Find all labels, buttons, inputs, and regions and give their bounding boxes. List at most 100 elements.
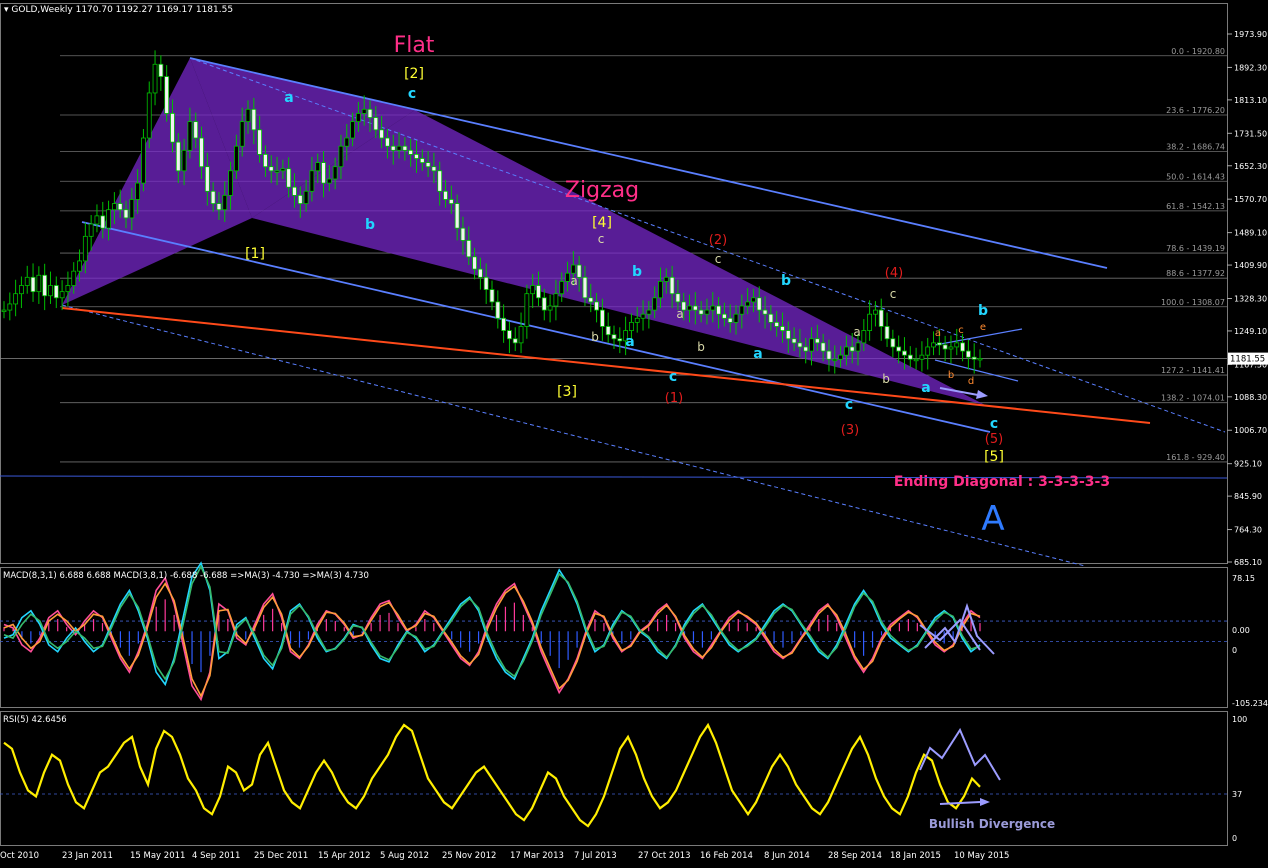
candle-body: [414, 154, 419, 159]
time-tick-label: 5 Aug 2012: [380, 851, 429, 861]
wave-A-label: A: [981, 499, 1004, 539]
candle-body: [141, 137, 146, 184]
candle-body: [472, 256, 477, 270]
candle-body: [396, 145, 402, 151]
candle-body: [158, 63, 164, 77]
candle-body: [135, 182, 141, 200]
candle-body: [565, 272, 570, 282]
candle-body: [466, 240, 472, 258]
candle-body: [582, 276, 588, 299]
candle-body: [65, 285, 71, 293]
price-tick-label: 1570.70: [1234, 195, 1267, 204]
time-tick-label: 25 Dec 2011: [254, 851, 308, 861]
candle-body: [971, 356, 977, 360]
wave-red-1-label: (1): [665, 391, 683, 406]
candle-body: [559, 281, 565, 295]
macd-tick-label: 0: [1232, 646, 1237, 655]
candle-body: [507, 330, 512, 340]
candle-body: [13, 293, 19, 305]
candle-body: [809, 338, 814, 352]
price-axis: 1973.90 1892.30 1813.10 1731.50 1652.30 1570.…: [1227, 30, 1268, 567]
candle-body: [855, 342, 861, 352]
macd-tick-label: 78.15: [1232, 574, 1255, 583]
fib-level-label: 127.2 - 1141.41: [1161, 366, 1225, 375]
price-tick-label: 1813.10: [1234, 96, 1267, 105]
candle-body: [385, 137, 390, 147]
time-tick-label: 7 Jul 2013: [574, 851, 617, 861]
candle-body: [152, 63, 158, 94]
candle-body: [698, 309, 704, 315]
candle-body: [524, 293, 530, 327]
wave-sub-label: b: [632, 264, 642, 280]
wave-sub-label: b: [978, 303, 988, 319]
wave-sub-label: b: [781, 273, 791, 289]
wave-minor-label: a: [570, 274, 577, 288]
wave-sub-label: a: [921, 380, 930, 396]
candle-body: [251, 108, 257, 131]
candle-body: [280, 168, 286, 172]
ending-diagonal-label: Ending Diagonal : 3-3-3-3-3: [894, 474, 1110, 490]
gold-weekly-chart[interactable]: 0.0 - 1920.80 23.6 - 1776.20 38.2 - 1686.7…: [0, 0, 1268, 864]
candle-body: [704, 309, 710, 315]
candle-body: [512, 338, 518, 344]
candle-body: [367, 108, 373, 118]
candle-body: [361, 108, 367, 114]
candle-body: [687, 305, 692, 311]
wave-minor-label: c: [715, 252, 722, 266]
candle-body: [257, 129, 263, 155]
wave-minor-label: a: [853, 325, 860, 339]
candle-body: [553, 293, 559, 307]
candle-body: [745, 301, 751, 307]
price-tick-label: 1731.50: [1234, 129, 1267, 138]
macd-header: MACD(8,3,1) 6.688 6.688 MACD(3,8,1) -6.6…: [3, 571, 369, 581]
fib-level-label: 0.0 - 1920.80: [1171, 47, 1225, 56]
candle-body: [663, 276, 669, 282]
candle-body: [193, 121, 199, 139]
candle-body: [48, 285, 53, 297]
candle-body: [867, 313, 873, 331]
candle-body: [716, 305, 721, 315]
candle-body: [419, 158, 425, 163]
candle-body: [222, 194, 228, 211]
candle-body: [164, 76, 170, 114]
time-tick-label: 18 Jan 2015: [890, 851, 941, 861]
candle-body: [733, 313, 739, 323]
candle-body: [7, 303, 13, 311]
fib-level-label: 78.6 - 1439.19: [1166, 244, 1225, 253]
candle-body: [36, 274, 42, 293]
rsi-bullish-arrowhead: [980, 798, 990, 806]
wave-minor-label: c: [598, 232, 605, 246]
wave-zigzag-wedge: [252, 110, 985, 405]
time-tick-label: 8 Jun 2014: [764, 851, 810, 861]
candle-body: [274, 170, 280, 173]
time-tick-label: 15 Apr 2012: [318, 851, 371, 861]
candle-body: [727, 317, 733, 323]
price-tick-label: 1652.30: [1234, 162, 1267, 171]
wave-minor-label: a: [676, 307, 683, 321]
chart-header: ▾ GOLD,Weekly 1170.70 1192.27 1169.17 11…: [4, 5, 234, 15]
wave-red-2-label: (2): [709, 233, 727, 248]
candle-body: [408, 149, 414, 155]
fib-level-label: 138.2 - 1074.01: [1161, 394, 1225, 403]
candle-body: [268, 166, 274, 172]
current-price-label: 1181.55: [1230, 355, 1265, 365]
wave-minor-label: b: [591, 330, 599, 344]
fib-level-label: 161.8 - 929.40: [1166, 453, 1225, 462]
candle-body: [547, 305, 553, 311]
support-line: [61, 307, 1151, 424]
wave-sub-label: a: [753, 346, 762, 362]
candle-body: [814, 338, 820, 344]
candle-body: [861, 330, 867, 344]
candle-body: [954, 342, 960, 348]
candle-body: [326, 178, 332, 184]
candle-body: [443, 190, 448, 200]
fib-level-label: 23.6 - 1776.20: [1166, 106, 1225, 115]
wave-sub-label: b: [365, 217, 375, 233]
wave-5-label: [5]: [984, 449, 1004, 465]
candle-body: [774, 321, 780, 327]
candle-body: [838, 354, 843, 360]
zigzag-label: Zigzag: [565, 178, 639, 203]
candle-body: [477, 268, 483, 278]
candle-body: [501, 317, 507, 331]
time-tick-label: 15 May 2011: [130, 851, 185, 861]
